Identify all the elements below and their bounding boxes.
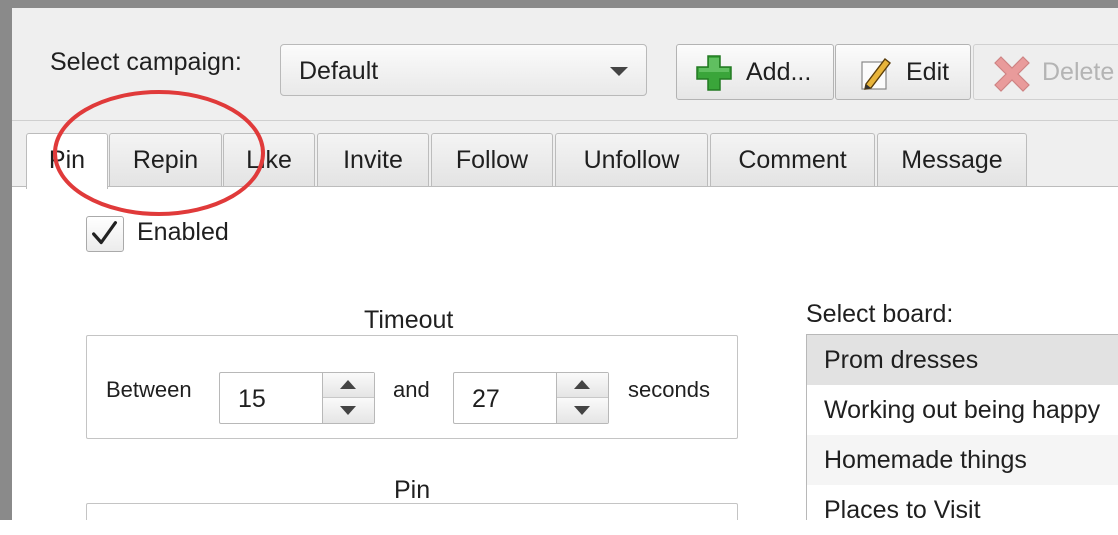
increment-button[interactable] [557,373,608,398]
window-frame-left [0,0,12,520]
tab-like[interactable]: Like [223,133,315,187]
add-button-label: Add... [746,58,812,86]
delete-campaign-button[interactable]: Delete [973,44,1118,100]
seconds-label: seconds [628,377,710,402]
board-item-homemade-things[interactable]: Homemade things [807,435,1118,485]
arrow-up-icon [340,380,356,389]
board-item-prom-dresses[interactable]: Prom dresses [807,335,1118,385]
board-item-working-out[interactable]: Working out being happy [807,385,1118,435]
timeout-to-value[interactable]: 27 [472,385,500,414]
and-label: and [393,377,430,402]
campaign-label: Select campaign: [50,48,242,76]
tab-repin[interactable]: Repin [109,133,222,187]
arrow-down-icon [574,406,590,415]
arrow-down-icon [340,406,356,415]
edit-campaign-button[interactable]: Edit [835,44,971,100]
plus-icon [696,55,732,91]
tab-comment[interactable]: Comment [710,133,875,187]
board-item-places-to-visit[interactable]: Places to Visit [807,485,1118,520]
campaign-toolbar: Select campaign: Default Add... Edit Del… [12,8,1118,121]
arrow-up-icon [574,380,590,389]
spinner-arrows [322,373,374,423]
enabled-label: Enabled [137,218,229,246]
pencil-icon [861,58,891,90]
tab-pin[interactable]: Pin [26,133,108,189]
delete-button-label: Delete [1042,58,1115,86]
checkmark-icon [92,221,117,245]
add-campaign-button[interactable]: Add... [676,44,834,100]
timeout-to-spinner[interactable]: 27 [453,372,609,424]
app-window: Select campaign: Default Add... Edit Del… [12,8,1118,520]
tab-follow[interactable]: Follow [431,133,553,187]
action-tabs: Pin Repin Like Invite Follow Unfollow Co… [12,121,1118,189]
campaign-select[interactable]: Default [280,44,647,96]
tab-invite[interactable]: Invite [317,133,429,187]
increment-button[interactable] [323,373,374,398]
pin-group [86,503,738,520]
between-label: Between [106,377,192,402]
tab-unfollow[interactable]: Unfollow [555,133,708,187]
timeout-group-title: Timeout [364,306,454,334]
pin-group-title: Pin [394,476,431,504]
chevron-down-icon [610,67,628,76]
decrement-button[interactable] [557,398,608,423]
enabled-checkbox[interactable] [86,216,124,252]
board-list[interactable]: Prom dresses Working out being happy Hom… [806,334,1118,520]
window-frame-top [0,0,1118,8]
edit-button-label: Edit [906,58,950,86]
timeout-from-spinner[interactable]: 15 [219,372,375,424]
campaign-select-value: Default [299,57,379,85]
spinner-arrows [556,373,608,423]
timeout-from-value[interactable]: 15 [238,385,266,414]
x-icon [994,56,1030,92]
select-board-label: Select board: [806,300,954,328]
tabs-divider [12,186,1118,187]
tab-message[interactable]: Message [877,133,1027,187]
decrement-button[interactable] [323,398,374,423]
